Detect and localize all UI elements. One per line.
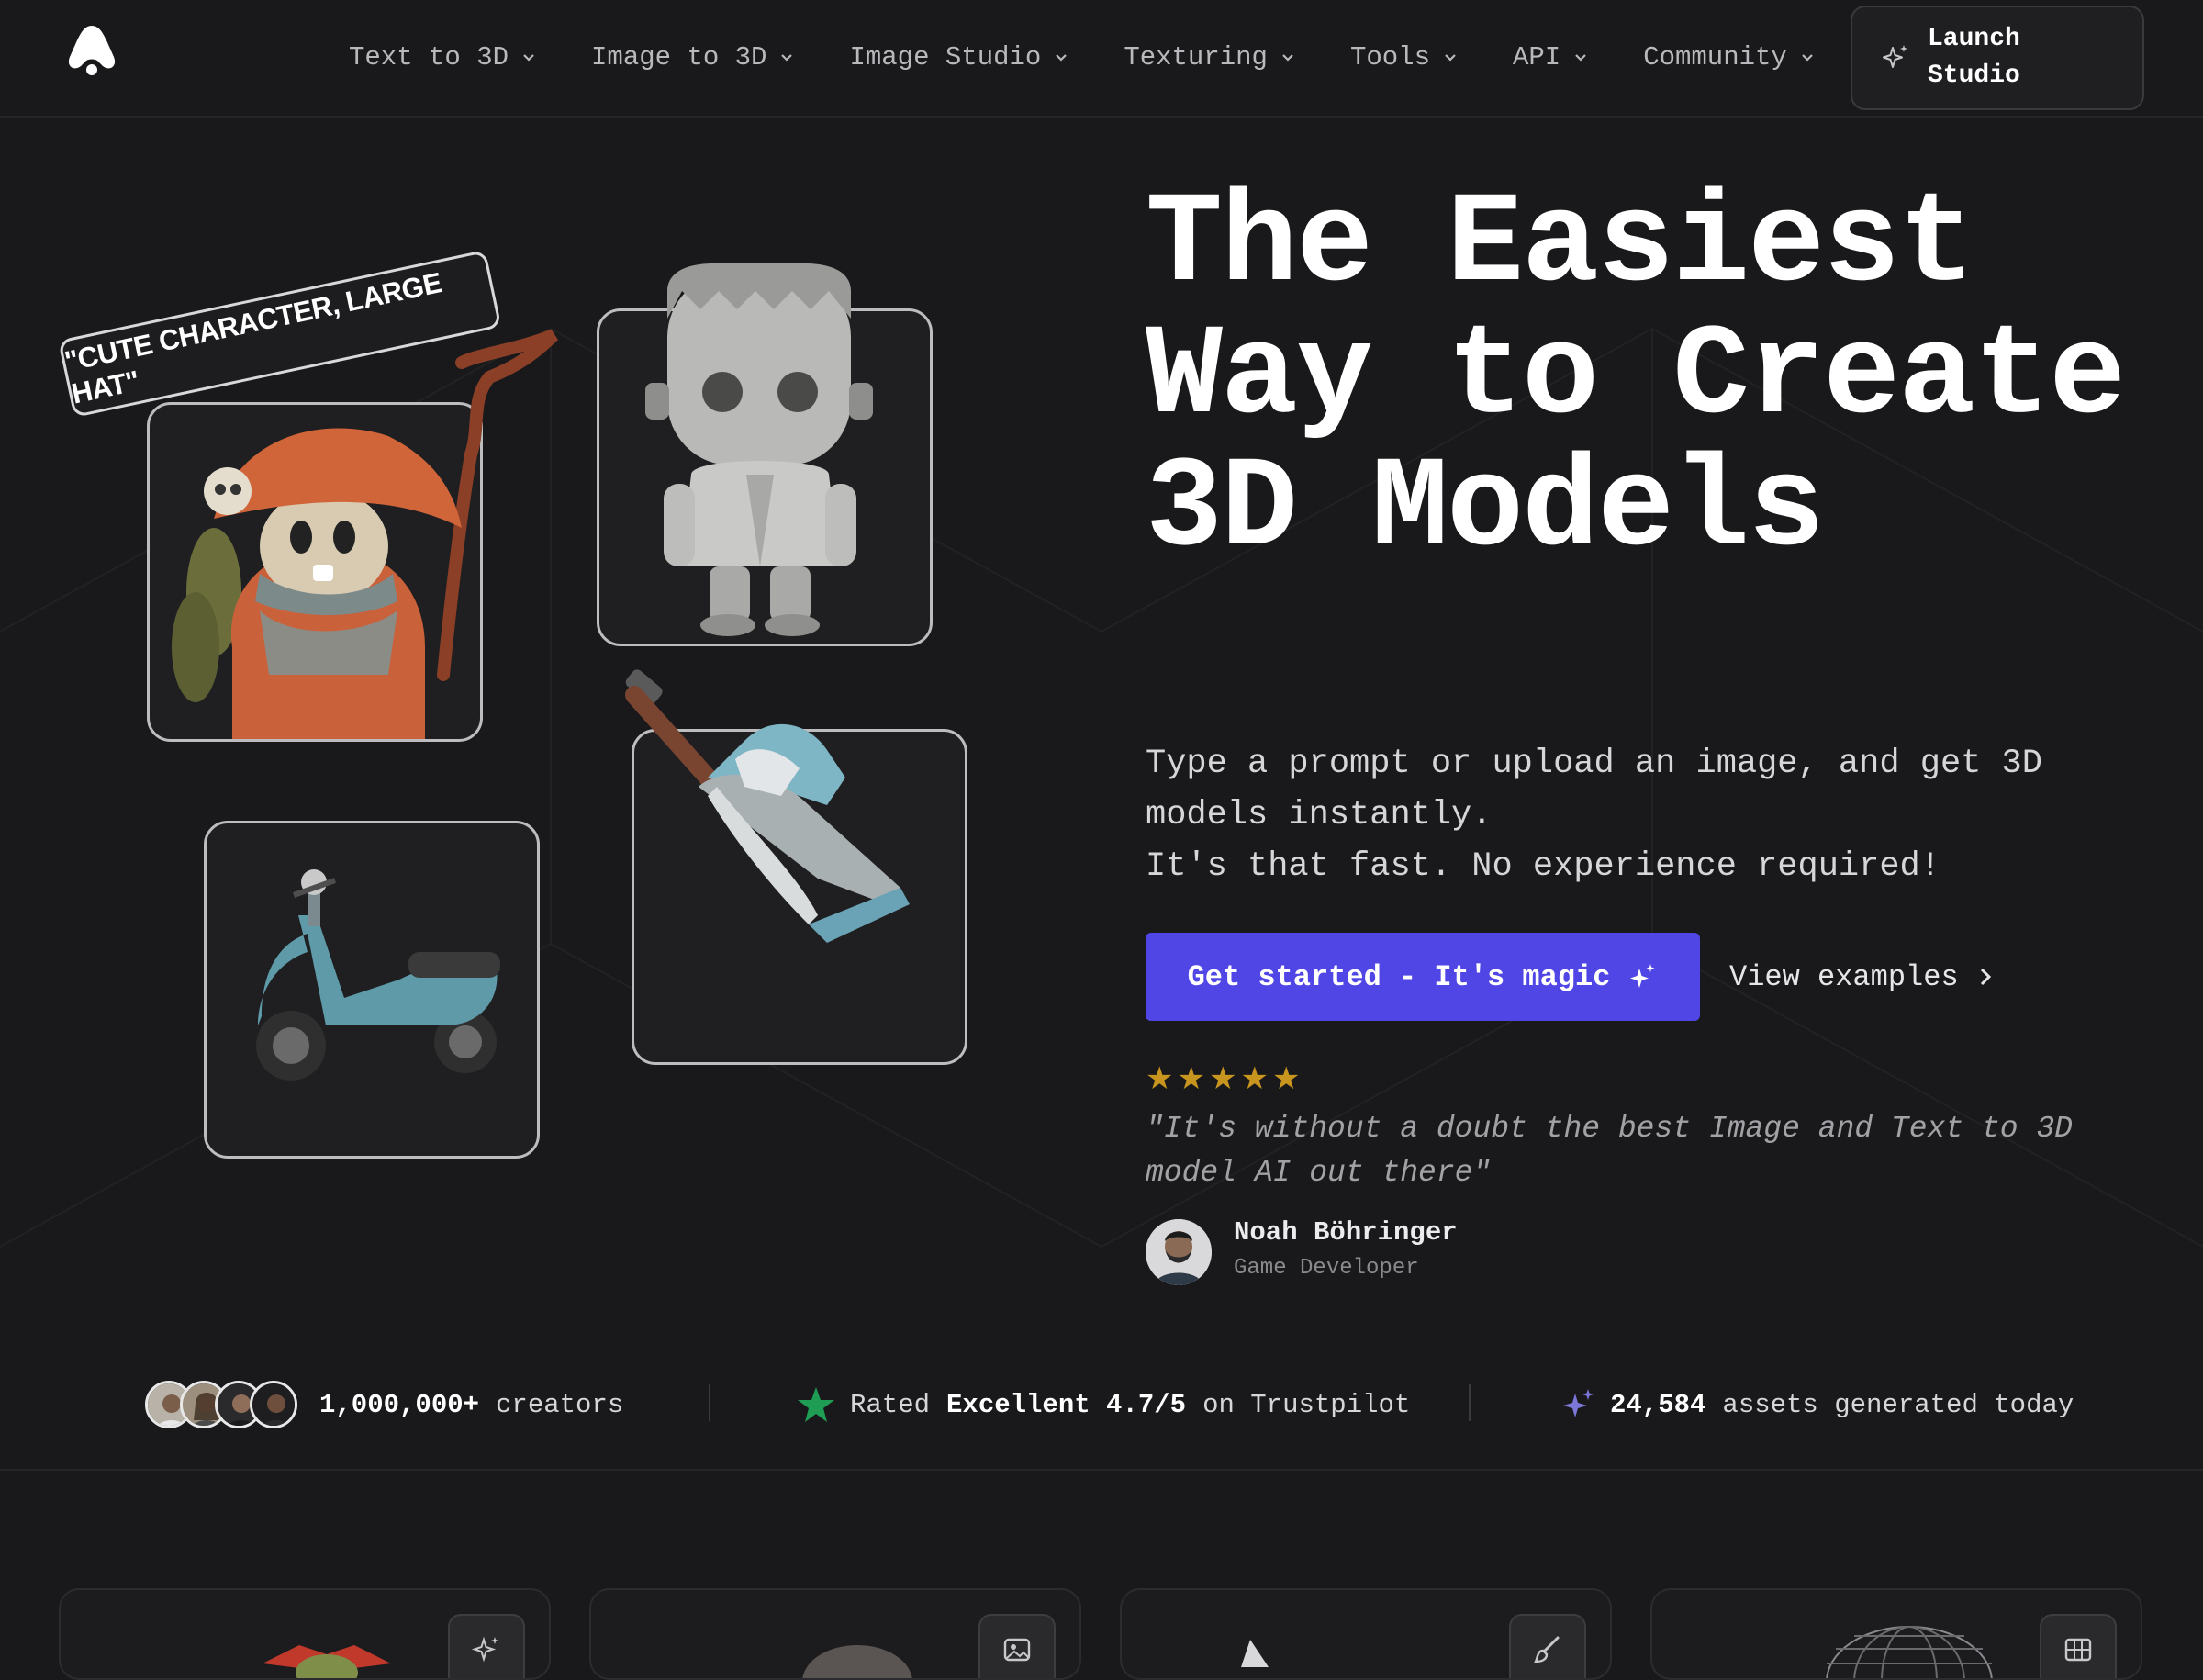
author-photo — [1146, 1219, 1212, 1285]
stats-bar: 1,000,000+ creators Rated Excellent 4.7/… — [0, 1338, 2203, 1471]
feature-icon-box — [1509, 1614, 1586, 1678]
hero-headline: The Easiest Way to Create 3D Models — [1146, 173, 2126, 583]
feature-icon-box — [448, 1614, 525, 1678]
author-name: Noah Böhringer — [1234, 1217, 1458, 1248]
frankenstein-model-image — [645, 263, 873, 636]
testimonial-quote: "It's without a doubt the best Image and… — [1146, 1112, 2073, 1190]
star-icon: ★ — [1177, 1060, 1205, 1097]
wizard-model-image — [172, 329, 558, 739]
feature-icon-box — [2040, 1614, 2117, 1678]
nav-item-label: Tools — [1349, 41, 1430, 73]
star-icon: ★ — [1208, 1060, 1237, 1097]
grid-icon — [2064, 1638, 2092, 1662]
feature-card-image-to-3d[interactable] — [589, 1588, 1081, 1680]
stat-creators: 1,000,000+ creators — [145, 1338, 623, 1471]
launch-studio-button[interactable]: Launch Studio — [1851, 6, 2144, 110]
nav-item-label: Community — [1643, 41, 1787, 73]
stat-trustpilot[interactable]: Rated Excellent 4.7/5 on Trustpilot — [797, 1338, 1410, 1471]
nav-item-texturing[interactable]: Texturing — [1124, 42, 1297, 73]
stats-divider — [709, 1384, 710, 1421]
sparkle-icon — [471, 1636, 498, 1663]
star-icon: ★ — [1271, 1060, 1301, 1097]
chevron-down-icon — [1056, 54, 1068, 62]
nav-item-image-to-3d[interactable]: Image to 3D — [591, 42, 796, 73]
assets-count: 24,584 — [1610, 1389, 1706, 1420]
nav-item-tools[interactable]: Tools — [1350, 42, 1459, 73]
creators-count: 1,000,000+ — [319, 1389, 480, 1420]
rated-value: Excellent 4.7/5 — [946, 1389, 1187, 1420]
feature-card-text-to-3d[interactable] — [59, 1588, 551, 1680]
stats-divider — [1469, 1384, 1471, 1421]
model-card-wizard[interactable] — [147, 329, 558, 742]
chevron-down-icon — [1802, 54, 1813, 62]
model-card-frankenstein[interactable] — [597, 263, 933, 646]
image-icon — [1003, 1638, 1031, 1662]
star-icon: ★ — [1240, 1060, 1269, 1097]
wireframe-model-image — [1826, 1626, 1993, 1678]
brush-icon — [1534, 1636, 1560, 1663]
chevron-down-icon — [1445, 54, 1456, 62]
view-examples-link[interactable]: View examples — [1729, 933, 1996, 1021]
model-card-scooter[interactable] — [204, 821, 540, 1159]
creator-avatars — [145, 1381, 297, 1428]
hero-subtitle-line2: It's that fast. No experience required! — [1146, 847, 1940, 886]
chevron-down-icon — [523, 54, 534, 62]
nav-menu: Text to 3D Image to 3D Image Studio Text… — [349, 0, 1817, 114]
top-navigation: Text to 3D Image to 3D Image Studio Text… — [0, 0, 2203, 118]
launch-studio-label: Launch Studio — [1928, 25, 2020, 90]
feature-card-tools[interactable] — [1650, 1588, 2142, 1680]
model-card-sword[interactable] — [625, 669, 967, 1065]
scooter-model-image — [256, 869, 500, 1081]
feature-icon-box — [978, 1614, 1056, 1678]
nav-item-label: Text to 3D — [349, 41, 509, 73]
nav-item-text-to-3d[interactable]: Text to 3D — [349, 42, 538, 73]
nav-item-api[interactable]: API — [1513, 42, 1590, 73]
nav-item-community[interactable]: Community — [1643, 42, 1817, 73]
star-icon: ★ — [1146, 1060, 1174, 1097]
feature-card-texturing[interactable] — [1120, 1588, 1612, 1680]
view-examples-label: View examples — [1729, 959, 1959, 994]
nav-item-label: API — [1512, 41, 1561, 73]
nav-item-image-studio[interactable]: Image Studio — [849, 42, 1070, 73]
rating-stars: ★ ★ ★ ★ ★ — [1146, 1063, 1300, 1094]
model-preview-image — [1241, 1640, 1269, 1667]
sparkle-icon — [1630, 964, 1655, 988]
sparkle-icon — [1563, 1389, 1594, 1417]
get-started-button[interactable]: Get started - It's magic — [1146, 933, 1700, 1021]
chevron-down-icon — [1575, 54, 1586, 62]
chevron-right-icon — [1980, 968, 1991, 986]
hero-subtitle: Type a prompt or upload an image, and ge… — [1146, 738, 2155, 892]
avatar — [250, 1381, 297, 1428]
hero-subtitle-line1: Type a prompt or upload an image, and ge… — [1146, 745, 2042, 834]
chevron-down-icon — [781, 54, 793, 62]
model-preview-image — [802, 1645, 912, 1678]
sparkle-icon — [1883, 45, 1907, 68]
nav-item-label: Image to 3D — [591, 41, 767, 73]
sword-model-image — [625, 669, 910, 943]
goblin-model-image — [263, 1645, 391, 1678]
nav-item-label: Image Studio — [849, 41, 1042, 73]
trustpilot-star-icon — [798, 1387, 834, 1422]
assets-label: assets generated today — [1722, 1389, 2074, 1420]
get-started-label: Get started - It's magic — [1187, 959, 1611, 994]
rated-prefix: Rated — [850, 1389, 931, 1420]
rated-suffix: on Trustpilot — [1202, 1389, 1411, 1420]
logo-icon[interactable] — [66, 24, 117, 79]
chevron-down-icon — [1282, 54, 1293, 62]
stat-assets: 24,584 assets generated today — [1560, 1338, 2074, 1471]
creators-label: creators — [496, 1389, 624, 1420]
author-role: Game Developer — [1234, 1256, 1419, 1281]
nav-item-label: Texturing — [1124, 41, 1268, 73]
avatar — [1146, 1219, 1212, 1285]
